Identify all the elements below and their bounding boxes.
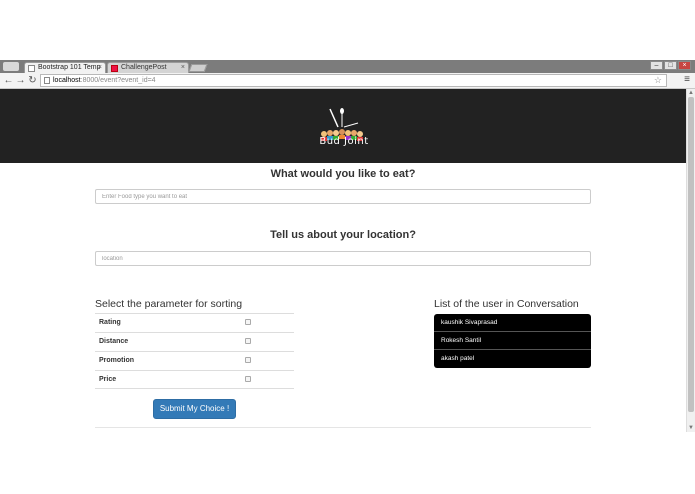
tab-label: ChallengePost	[121, 64, 167, 71]
maximize-icon[interactable]: □	[664, 61, 677, 70]
challengepost-icon	[111, 65, 118, 72]
window-controls: – □ ×	[650, 61, 691, 70]
submit-choice-button[interactable]: Submit My Choice !	[153, 399, 236, 419]
price-checkbox[interactable]	[245, 376, 251, 382]
reload-icon[interactable]: ↻	[27, 75, 38, 86]
list-item[interactable]: Rokesh Santil	[434, 332, 591, 350]
page-scrollbar[interactable]: ▲ ▼	[686, 89, 695, 432]
close-icon[interactable]: ×	[98, 63, 102, 73]
back-icon[interactable]: ←	[3, 75, 14, 86]
list-item[interactable]: kaushik Sivaprasad	[434, 314, 591, 332]
list-item[interactable]: akash patel	[434, 350, 591, 368]
sort-label: Distance	[99, 338, 129, 345]
divider	[95, 427, 591, 428]
sort-row-distance: Distance	[95, 332, 294, 351]
brand-name: Bud Joint	[319, 136, 369, 147]
users-title: List of the user in Conversation	[434, 298, 579, 310]
sort-label: Price	[99, 376, 117, 383]
user-list: kaushik Sivaprasad Rokesh Santil akash p…	[434, 314, 591, 368]
minimize-icon[interactable]: –	[650, 61, 663, 70]
scroll-down-icon[interactable]: ▼	[687, 424, 695, 432]
scroll-up-icon[interactable]: ▲	[687, 89, 695, 97]
browser-chrome: Bootstrap 101 Temp × ChallengePost × – □…	[0, 60, 695, 89]
close-window-icon[interactable]: ×	[678, 61, 691, 70]
hero-banner: Bud Joint	[0, 89, 686, 163]
rating-checkbox[interactable]	[245, 319, 251, 325]
location-input[interactable]	[95, 251, 591, 266]
sorting-table: Rating Distance Promotion Price	[95, 313, 294, 389]
page-icon	[28, 65, 35, 72]
tab-bootstrap[interactable]: Bootstrap 101 Temp ×	[24, 62, 106, 73]
page-viewport: Bud Joint What would you like to eat? Te…	[0, 89, 695, 432]
promotion-checkbox[interactable]	[245, 357, 251, 363]
sort-row-promotion: Promotion	[95, 351, 294, 370]
tab-strip: Bootstrap 101 Temp × ChallengePost × – □…	[0, 60, 695, 73]
url-path: :8000/event?event_id=4	[80, 77, 156, 84]
new-tab-button[interactable]	[188, 64, 208, 72]
close-icon[interactable]: ×	[181, 63, 185, 73]
tab-label: Bootstrap 101 Temp	[38, 64, 101, 71]
tab-challengepost[interactable]: ChallengePost ×	[107, 62, 189, 73]
browser-toolbar: ← → ↻ localhost:8000/event?event_id=4 ☆ …	[0, 73, 695, 89]
sort-row-rating: Rating	[95, 313, 294, 332]
sort-label: Rating	[99, 319, 121, 326]
system-menu-icon[interactable]	[3, 62, 19, 71]
scrollbar-thumb[interactable]	[688, 97, 694, 412]
bookmark-star-icon[interactable]: ☆	[654, 75, 662, 86]
distance-checkbox[interactable]	[245, 338, 251, 344]
sort-label: Promotion	[99, 357, 134, 364]
page-icon	[44, 77, 50, 84]
forward-icon[interactable]: →	[15, 75, 26, 86]
address-bar[interactable]: localhost:8000/event?event_id=4 ☆	[40, 74, 667, 87]
sorting-title: Select the parameter for sorting	[95, 298, 243, 310]
location-question-heading: Tell us about your location?	[270, 229, 416, 241]
food-question-heading: What would you like to eat?	[270, 168, 416, 180]
url-host: localhost	[53, 77, 81, 84]
sort-row-price: Price	[95, 370, 294, 389]
food-type-input[interactable]	[95, 189, 591, 204]
browser-menu-icon[interactable]: ≡	[684, 75, 690, 85]
